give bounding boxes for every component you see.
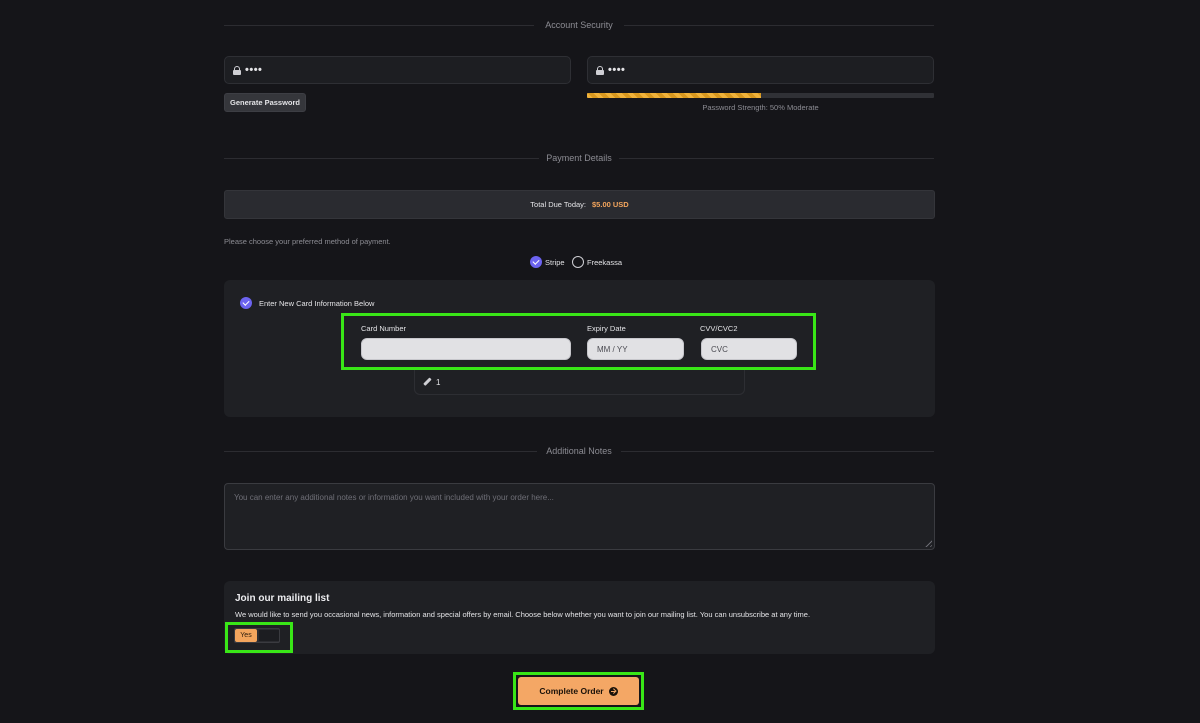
new-card-option[interactable]: Enter New Card Information Below [240,297,374,309]
generate-password-button[interactable]: Generate Password [224,93,306,112]
total-due-box: Total Due Today: $5.00 USD [224,190,935,219]
password-field[interactable]: •••• [224,56,571,84]
mailing-list-description: We would like to send you occasional new… [235,610,811,619]
new-card-label: Enter New Card Information Below [259,298,375,308]
gateway-freekassa-label: Freekassa [587,257,623,267]
cvv-label: CVV/CVC2 [700,324,738,333]
pencil-icon [422,377,432,387]
additional-notes-divider: Additional Notes [224,444,934,458]
radio-checked-icon[interactable] [240,297,252,309]
password-strength-fill [587,93,761,98]
password-strength-text: Password Strength: 50% Moderate [702,103,819,112]
total-due-amount: $5.00 USD [592,200,629,209]
additional-notes-textarea[interactable] [224,483,935,550]
expiry-date-input[interactable]: MM / YY [587,338,684,360]
confirm-password-field[interactable]: •••• [587,56,934,84]
lock-icon [233,65,241,75]
complete-order-label: Complete Order [539,686,604,696]
radio-unchecked-icon[interactable] [572,256,584,268]
gateway-stripe-label: Stripe [545,257,565,267]
gateway-freekassa[interactable]: Freekassa [572,256,622,268]
card-description-field[interactable]: 1 [414,370,745,395]
expiry-date-label: Expiry Date [587,324,626,333]
lock-icon [596,65,604,75]
toggle-yes-label: Yes [235,629,257,642]
password-strength-bar [587,93,934,98]
payment-details-divider: Payment Details [224,151,934,165]
radio-checked-icon[interactable] [530,256,542,268]
mailing-list-toggle[interactable]: Yes [234,628,280,643]
gateway-stripe[interactable]: Stripe [530,256,565,268]
toggle-knob [259,630,279,641]
card-number-label: Card Number [361,324,407,333]
password-value: •••• [245,64,263,76]
payment-method-prompt: Please choose your preferred method of p… [224,237,391,246]
cvc-input[interactable]: CVC [701,338,797,360]
confirm-password-value: •••• [608,64,626,76]
account-security-divider: Account Security [224,18,934,32]
card-number-input[interactable] [361,338,571,360]
card-description-value: 1 [436,377,441,387]
mailing-list-title: Join our mailing list [235,593,330,604]
total-due-label: Total Due Today: [530,200,587,209]
complete-order-button[interactable]: Complete Order [518,677,639,705]
arrow-circle-right-icon [608,686,618,696]
